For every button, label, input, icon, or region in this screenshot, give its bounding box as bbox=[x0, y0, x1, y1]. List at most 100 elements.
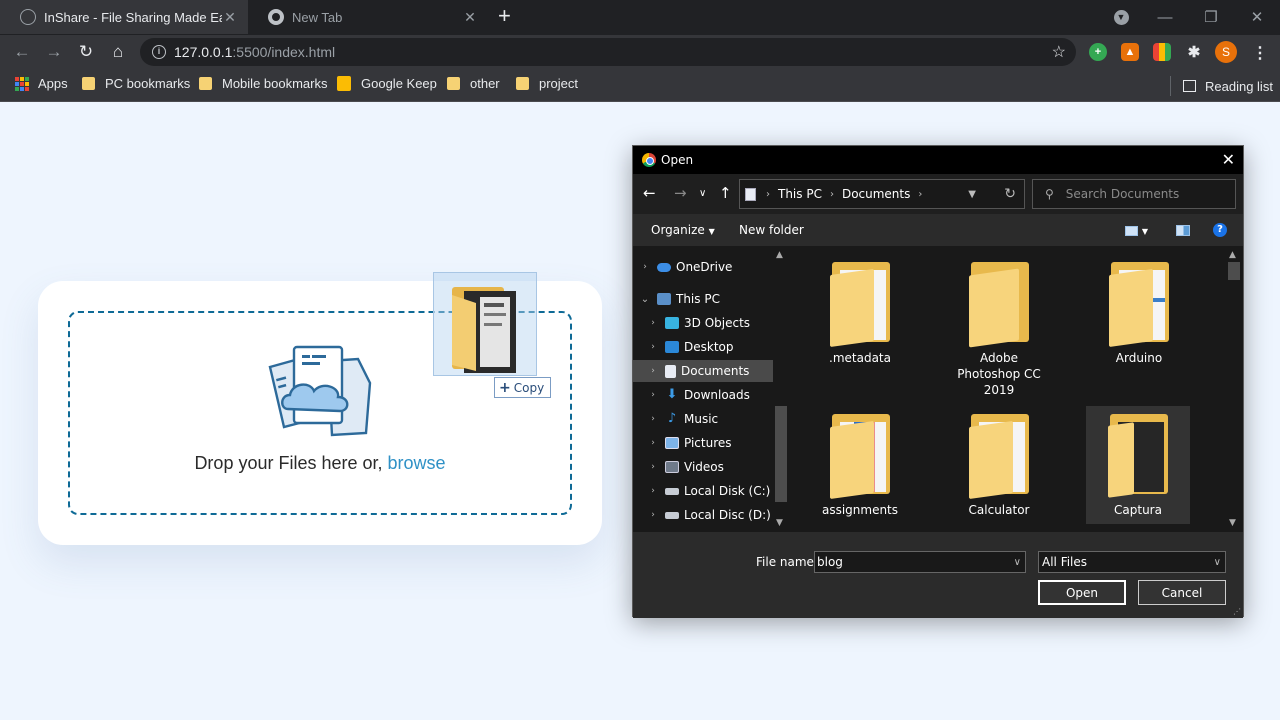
drag-ghost-folder bbox=[433, 272, 537, 376]
up-folder-icon[interactable]: ↑ bbox=[719, 184, 732, 202]
nav-item-pictures[interactable]: › Pictures bbox=[647, 432, 787, 454]
folder-icon bbox=[199, 77, 212, 90]
tab-title: InShare - File Sharing Made Easy bbox=[44, 9, 222, 25]
nav-item-local-disc-d[interactable]: › Local Disc (D:) bbox=[647, 504, 787, 526]
nav-item-music[interactable]: › ♪ Music bbox=[647, 408, 787, 430]
close-tab-icon[interactable]: ✕ bbox=[222, 9, 238, 26]
reading-list-button[interactable]: Reading list bbox=[1170, 76, 1273, 96]
tab-inshare[interactable]: InShare - File Sharing Made Easy ✕ bbox=[0, 0, 248, 34]
nav-item-downloads[interactable]: › ⬇ Downloads bbox=[647, 384, 787, 406]
reload-icon[interactable]: ↻ bbox=[75, 41, 97, 63]
chevron-right-icon: › bbox=[651, 462, 655, 472]
keep-icon bbox=[337, 76, 351, 91]
bookmark-apps[interactable]: Apps bbox=[15, 76, 68, 91]
forward-icon[interactable]: → bbox=[43, 41, 65, 63]
scrollbar-thumb[interactable] bbox=[1228, 262, 1240, 280]
folder-item-assignments[interactable]: assignments bbox=[808, 406, 912, 524]
nav-item-label: Local Disc (D:) bbox=[684, 508, 771, 522]
path-separator-icon: › bbox=[829, 188, 834, 200]
extensions-puzzle-icon[interactable]: ✱ bbox=[1185, 43, 1203, 61]
cancel-button[interactable]: Cancel bbox=[1138, 580, 1226, 605]
chevron-down-icon[interactable]: ∨ bbox=[1014, 557, 1021, 568]
navigation-pane: › OneDrive ⌄ This PC › 3D Objects › Desk… bbox=[633, 246, 790, 532]
organize-label: Organize bbox=[651, 223, 705, 237]
close-tab-icon[interactable]: ✕ bbox=[462, 9, 478, 26]
scroll-down-icon[interactable]: ▼ bbox=[1229, 518, 1236, 528]
path-segment[interactable]: Documents bbox=[842, 187, 910, 201]
help-icon[interactable]: ? bbox=[1213, 223, 1227, 237]
bookmark-mobile[interactable]: Mobile bookmarks bbox=[199, 76, 328, 91]
bookmark-label: PC bookmarks bbox=[105, 76, 191, 91]
folder-item-calculator[interactable]: Calculator bbox=[947, 406, 1051, 524]
browse-link[interactable]: browse bbox=[388, 453, 446, 473]
file-name-input[interactable]: blog ∨ bbox=[814, 551, 1026, 573]
scroll-down-icon[interactable]: ▼ bbox=[776, 518, 783, 528]
dialog-close-icon[interactable]: ✕ bbox=[1222, 150, 1235, 169]
organize-menu[interactable]: Organize ▼ bbox=[651, 223, 715, 237]
folder-item-adobe-photoshop[interactable]: Adobe Photoshop CC 2019 bbox=[947, 254, 1051, 397]
scroll-up-icon[interactable]: ▲ bbox=[1229, 250, 1236, 260]
nav-item-this-pc[interactable]: ⌄ This PC bbox=[639, 288, 779, 310]
refresh-icon[interactable]: ↻ bbox=[1004, 186, 1016, 202]
file-type-select[interactable]: All Files ∨ bbox=[1038, 551, 1226, 573]
extension-green-icon[interactable]: + bbox=[1089, 43, 1107, 61]
nav-item-onedrive[interactable]: › OneDrive bbox=[639, 256, 779, 278]
home-icon[interactable]: ⌂ bbox=[107, 41, 129, 63]
scroll-up-icon[interactable]: ▲ bbox=[776, 250, 783, 260]
bookmark-label: Mobile bookmarks bbox=[222, 76, 328, 91]
search-documents-field[interactable]: ⚲ Search Documents bbox=[1032, 179, 1236, 209]
computer-icon bbox=[657, 293, 671, 305]
extension-orange-icon[interactable]: ▲ bbox=[1121, 43, 1139, 61]
profile-avatar[interactable]: S bbox=[1215, 41, 1237, 63]
bookmark-project[interactable]: project bbox=[516, 76, 578, 91]
menu-kebab-icon[interactable]: ⋮ bbox=[1252, 43, 1268, 63]
nav-item-local-disk-c[interactable]: › Local Disk (C:) bbox=[647, 480, 787, 502]
nav-item-3d-objects[interactable]: › 3D Objects bbox=[647, 312, 787, 334]
nav-item-documents[interactable]: › Documents bbox=[633, 360, 773, 382]
folder-icon bbox=[967, 414, 1031, 500]
folder-item-metadata[interactable]: .metadata bbox=[808, 254, 912, 372]
chevron-down-icon: ∨ bbox=[1213, 556, 1221, 568]
path-segment[interactable]: This PC bbox=[778, 187, 822, 201]
nav-item-videos[interactable]: › Videos bbox=[647, 456, 787, 478]
nav-item-desktop[interactable]: › Desktop bbox=[647, 336, 787, 358]
change-view-icon[interactable]: ▼ bbox=[1125, 223, 1148, 237]
url-host: 127.0.0.1 bbox=[174, 44, 233, 60]
new-tab-button[interactable]: + bbox=[498, 5, 511, 27]
dialog-forward-icon[interactable]: → bbox=[674, 184, 687, 202]
scrollbar-thumb[interactable] bbox=[775, 406, 787, 502]
cube-icon bbox=[665, 317, 679, 329]
recent-locations-icon[interactable]: ∨ bbox=[699, 188, 706, 199]
back-icon[interactable]: ← bbox=[11, 41, 33, 63]
resize-grip-icon[interactable]: ⋰ bbox=[1233, 607, 1241, 616]
new-folder-button[interactable]: New folder bbox=[739, 223, 804, 237]
preview-pane-icon[interactable] bbox=[1176, 223, 1190, 237]
nav-pane-scrollbar[interactable]: ▲ ▼ bbox=[773, 246, 790, 532]
file-list-scrollbar[interactable]: ▲ ▼ bbox=[1226, 246, 1243, 532]
bookmark-pc[interactable]: PC bookmarks bbox=[82, 76, 190, 91]
music-icon: ♪ bbox=[667, 411, 677, 426]
folder-item-arduino[interactable]: Arduino bbox=[1087, 254, 1191, 372]
download-icon: ⬇ bbox=[666, 387, 678, 402]
tab-new-tab[interactable]: New Tab ✕ bbox=[248, 0, 488, 34]
tab-search-icon[interactable]: ▼ bbox=[1098, 0, 1144, 34]
dialog-address-bar[interactable]: › This PC › Documents › ▼ ↻ bbox=[739, 179, 1025, 209]
bookmark-other[interactable]: other bbox=[447, 76, 500, 91]
bookmark-google-keep[interactable]: Google Keep bbox=[337, 76, 437, 91]
minimize-icon[interactable]: — bbox=[1142, 0, 1188, 34]
address-bar[interactable]: i 127.0.0.1:5500/index.html ☆ bbox=[140, 38, 1076, 66]
bookmark-star-icon[interactable]: ☆ bbox=[1052, 42, 1066, 62]
folder-icon bbox=[828, 414, 892, 500]
info-icon[interactable]: i bbox=[152, 45, 166, 59]
window-close-icon[interactable]: ✕ bbox=[1234, 0, 1280, 34]
address-dropdown-icon[interactable]: ▼ bbox=[968, 189, 976, 200]
dialog-back-icon[interactable]: ← bbox=[643, 184, 656, 202]
restore-icon[interactable]: ❐ bbox=[1188, 0, 1234, 34]
drive-icon bbox=[665, 511, 679, 519]
folder-item-captura[interactable]: Captura bbox=[1086, 406, 1190, 524]
drop-text: Drop your Files here or, bbox=[194, 453, 388, 473]
nav-item-label: Local Disk (C:) bbox=[684, 484, 771, 498]
bookmark-label: project bbox=[539, 76, 579, 91]
open-button[interactable]: Open bbox=[1038, 580, 1126, 605]
extension-colorful-icon[interactable] bbox=[1153, 43, 1171, 61]
